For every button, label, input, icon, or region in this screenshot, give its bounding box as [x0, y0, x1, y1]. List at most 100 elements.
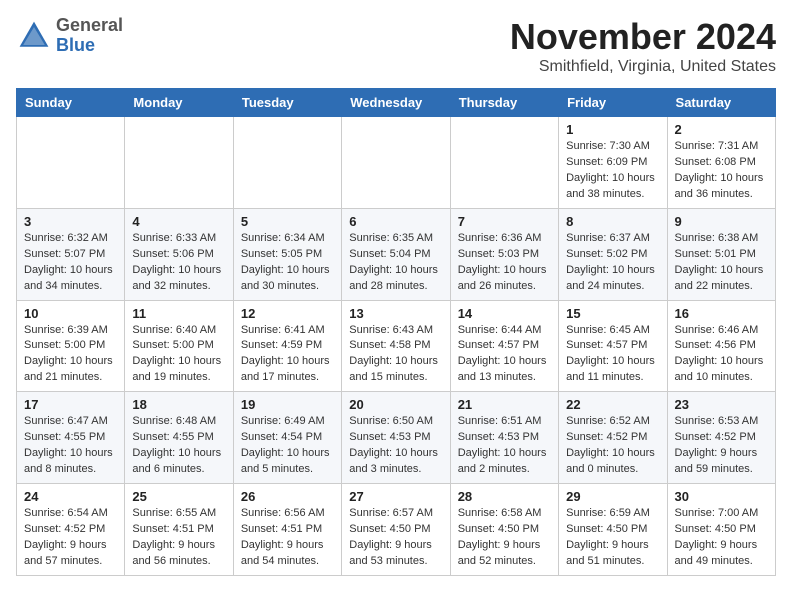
calendar-cell: 9 Sunrise: 6:38 AM Sunset: 5:01 PM Daylig… [667, 208, 775, 300]
calendar-cell: 8Sunrise: 6:37 AM Sunset: 5:02 PM Daylig… [559, 208, 667, 300]
page-header: General Blue November 2024 Smithfield, V… [16, 16, 776, 76]
calendar-cell: 23Sunrise: 6:53 AM Sunset: 4:52 PM Dayli… [667, 392, 775, 484]
day-info: Sunrise: 6:57 AM Sunset: 4:50 PM Dayligh… [349, 506, 442, 570]
weekday-header: Sunday [17, 89, 125, 117]
month-title: November 2024 [510, 16, 776, 58]
day-number: 18 [132, 397, 225, 412]
day-info: Sunrise: 6:56 AM Sunset: 4:51 PM Dayligh… [241, 506, 334, 570]
day-number: 11 [132, 306, 225, 321]
day-number: 16 [675, 306, 768, 321]
day-info: Sunrise: 6:35 AM Sunset: 5:04 PM Dayligh… [349, 231, 442, 295]
day-info: Sunrise: 6:47 AM Sunset: 4:55 PM Dayligh… [24, 414, 117, 478]
day-number: 2 [675, 122, 768, 137]
calendar-cell: 1 Sunrise: 7:30 AM Sunset: 6:09 PM Daylig… [559, 117, 667, 209]
calendar-cell: 25 Sunrise: 6:55 AM Sunset: 4:51 PM Dayli… [125, 484, 233, 576]
title-block: November 2024 Smithfield, Virginia, Unit… [510, 16, 776, 76]
calendar-cell: 5Sunrise: 6:34 AM Sunset: 5:05 PM Daylig… [233, 208, 341, 300]
day-number: 15 [566, 306, 659, 321]
calendar-cell: 3Sunrise: 6:32 AM Sunset: 5:07 PM Daylig… [17, 208, 125, 300]
calendar-cell: 27Sunrise: 6:57 AM Sunset: 4:50 PM Dayli… [342, 484, 450, 576]
calendar-cell: 26Sunrise: 6:56 AM Sunset: 4:51 PM Dayli… [233, 484, 341, 576]
day-info: Sunrise: 6:40 AM Sunset: 5:00 PM Dayligh… [132, 323, 225, 387]
day-number: 19 [241, 397, 334, 412]
calendar-cell: 20Sunrise: 6:50 AM Sunset: 4:53 PM Dayli… [342, 392, 450, 484]
day-number: 23 [675, 397, 768, 412]
calendar-cell: 14 Sunrise: 6:44 AM Sunset: 4:57 PM Dayli… [450, 300, 558, 392]
weekday-header: Thursday [450, 89, 558, 117]
day-info: Sunrise: 6:52 AM Sunset: 4:52 PM Dayligh… [566, 414, 659, 478]
day-info: Sunrise: 6:51 AM Sunset: 4:53 PM Dayligh… [458, 414, 551, 478]
calendar-cell: 15 Sunrise: 6:45 AM Sunset: 4:57 PM Dayli… [559, 300, 667, 392]
day-number: 12 [241, 306, 334, 321]
day-info: Sunrise: 6:48 AM Sunset: 4:55 PM Dayligh… [132, 414, 225, 478]
day-info: Sunrise: 6:34 AM Sunset: 5:05 PM Dayligh… [241, 231, 334, 295]
day-info: Sunrise: 7:30 AM Sunset: 6:09 PM Dayligh… [566, 139, 659, 203]
calendar-cell [17, 117, 125, 209]
calendar-week-row: 10 Sunrise: 6:39 AM Sunset: 5:00 PM Dayli… [17, 300, 776, 392]
day-info: Sunrise: 6:36 AM Sunset: 5:03 PM Dayligh… [458, 231, 551, 295]
weekday-header: Friday [559, 89, 667, 117]
day-number: 22 [566, 397, 659, 412]
day-info: Sunrise: 6:59 AM Sunset: 4:50 PM Dayligh… [566, 506, 659, 570]
day-number: 17 [24, 397, 117, 412]
day-info: Sunrise: 6:49 AM Sunset: 4:54 PM Dayligh… [241, 414, 334, 478]
calendar-cell: 13 Sunrise: 6:43 AM Sunset: 4:58 PM Dayli… [342, 300, 450, 392]
weekday-header: Tuesday [233, 89, 341, 117]
calendar-cell: 24 Sunrise: 6:54 AM Sunset: 4:52 PM Dayli… [17, 484, 125, 576]
day-number: 13 [349, 306, 442, 321]
day-number: 14 [458, 306, 551, 321]
day-info: Sunrise: 6:39 AM Sunset: 5:00 PM Dayligh… [24, 323, 117, 387]
calendar-cell: 17 Sunrise: 6:47 AM Sunset: 4:55 PM Dayli… [17, 392, 125, 484]
weekday-header: Saturday [667, 89, 775, 117]
day-info: Sunrise: 6:45 AM Sunset: 4:57 PM Dayligh… [566, 323, 659, 387]
day-info: Sunrise: 6:55 AM Sunset: 4:51 PM Dayligh… [132, 506, 225, 570]
day-info: Sunrise: 6:43 AM Sunset: 4:58 PM Dayligh… [349, 323, 442, 387]
day-number: 25 [132, 489, 225, 504]
day-info: Sunrise: 6:50 AM Sunset: 4:53 PM Dayligh… [349, 414, 442, 478]
calendar-cell: 21Sunrise: 6:51 AM Sunset: 4:53 PM Dayli… [450, 392, 558, 484]
day-info: Sunrise: 6:41 AM Sunset: 4:59 PM Dayligh… [241, 323, 334, 387]
logo-text: General Blue [56, 16, 123, 56]
calendar-cell: 29Sunrise: 6:59 AM Sunset: 4:50 PM Dayli… [559, 484, 667, 576]
day-number: 6 [349, 214, 442, 229]
day-number: 30 [675, 489, 768, 504]
calendar-cell: 19 Sunrise: 6:49 AM Sunset: 4:54 PM Dayli… [233, 392, 341, 484]
day-number: 7 [458, 214, 551, 229]
day-info: Sunrise: 6:44 AM Sunset: 4:57 PM Dayligh… [458, 323, 551, 387]
calendar-header: SundayMondayTuesdayWednesdayThursdayFrid… [17, 89, 776, 117]
day-info: Sunrise: 6:32 AM Sunset: 5:07 PM Dayligh… [24, 231, 117, 295]
day-number: 28 [458, 489, 551, 504]
logo-icon [16, 18, 52, 54]
calendar-cell: 11 Sunrise: 6:40 AM Sunset: 5:00 PM Dayli… [125, 300, 233, 392]
day-number: 4 [132, 214, 225, 229]
day-info: Sunrise: 6:46 AM Sunset: 4:56 PM Dayligh… [675, 323, 768, 387]
calendar-cell: 6 Sunrise: 6:35 AM Sunset: 5:04 PM Daylig… [342, 208, 450, 300]
calendar-cell: 10 Sunrise: 6:39 AM Sunset: 5:00 PM Dayli… [17, 300, 125, 392]
calendar-table: SundayMondayTuesdayWednesdayThursdayFrid… [16, 88, 776, 576]
weekday-header-row: SundayMondayTuesdayWednesdayThursdayFrid… [17, 89, 776, 117]
day-info: Sunrise: 6:58 AM Sunset: 4:50 PM Dayligh… [458, 506, 551, 570]
location: Smithfield, Virginia, United States [510, 58, 776, 76]
calendar-cell: 28 Sunrise: 6:58 AM Sunset: 4:50 PM Dayli… [450, 484, 558, 576]
day-number: 10 [24, 306, 117, 321]
day-info: Sunrise: 6:37 AM Sunset: 5:02 PM Dayligh… [566, 231, 659, 295]
calendar-week-row: 24 Sunrise: 6:54 AM Sunset: 4:52 PM Dayli… [17, 484, 776, 576]
calendar-cell: 7 Sunrise: 6:36 AM Sunset: 5:03 PM Daylig… [450, 208, 558, 300]
calendar-cell: 18 Sunrise: 6:48 AM Sunset: 4:55 PM Dayli… [125, 392, 233, 484]
weekday-header: Monday [125, 89, 233, 117]
calendar-cell [342, 117, 450, 209]
calendar-cell: 12 Sunrise: 6:41 AM Sunset: 4:59 PM Dayli… [233, 300, 341, 392]
day-info: Sunrise: 6:54 AM Sunset: 4:52 PM Dayligh… [24, 506, 117, 570]
calendar-cell [233, 117, 341, 209]
day-number: 24 [24, 489, 117, 504]
day-number: 9 [675, 214, 768, 229]
weekday-header: Wednesday [342, 89, 450, 117]
calendar-cell: 30 Sunrise: 7:00 AM Sunset: 4:50 PM Dayli… [667, 484, 775, 576]
day-info: Sunrise: 7:00 AM Sunset: 4:50 PM Dayligh… [675, 506, 768, 570]
calendar-week-row: 1 Sunrise: 7:30 AM Sunset: 6:09 PM Daylig… [17, 117, 776, 209]
calendar-week-row: 17 Sunrise: 6:47 AM Sunset: 4:55 PM Dayli… [17, 392, 776, 484]
calendar-cell: 2Sunrise: 7:31 AM Sunset: 6:08 PM Daylig… [667, 117, 775, 209]
day-info: Sunrise: 6:38 AM Sunset: 5:01 PM Dayligh… [675, 231, 768, 295]
day-number: 1 [566, 122, 659, 137]
calendar-cell [125, 117, 233, 209]
